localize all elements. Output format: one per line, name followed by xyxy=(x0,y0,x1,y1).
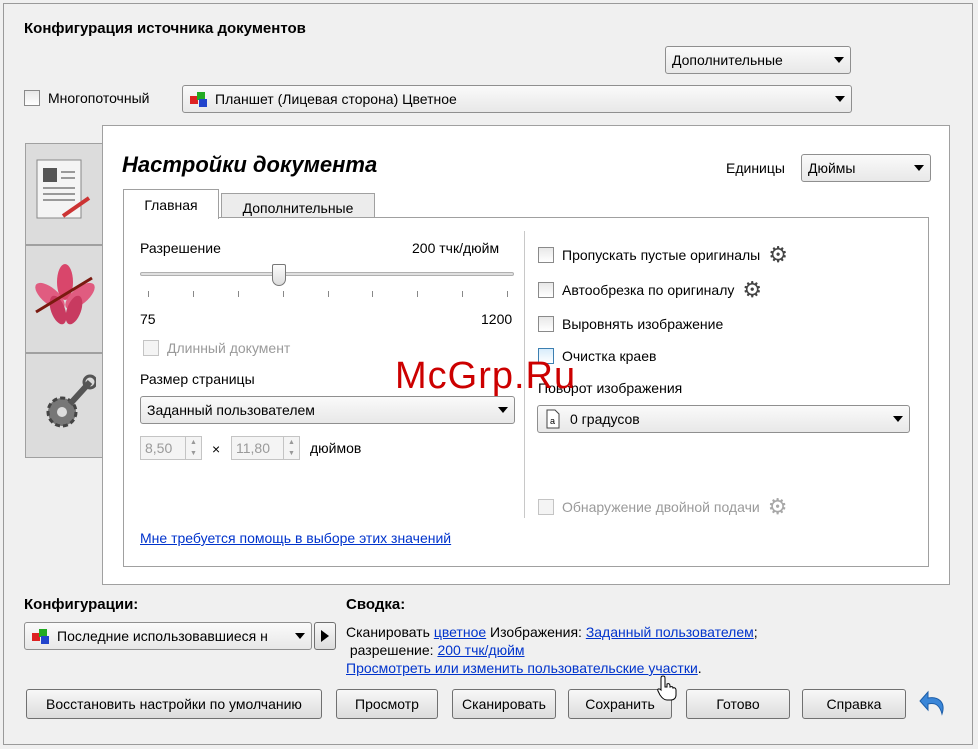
auto-crop-option[interactable]: Автообрезка по оригиналу ⚙ xyxy=(538,279,762,301)
summary-scan-text: Сканировать xyxy=(346,624,430,640)
restore-defaults-button[interactable]: Восстановить настройки по умолчанию xyxy=(26,689,322,719)
summary-dot: . xyxy=(697,660,702,676)
page-size-value: Заданный пользователем xyxy=(147,402,315,418)
page-size-dropdown[interactable]: Заданный пользователем xyxy=(140,396,515,424)
edge-cleanup-label: Очистка краев xyxy=(562,348,657,364)
chevron-down-icon xyxy=(835,96,845,102)
configurations-label: Конфигурации: xyxy=(24,596,139,613)
double-feed-label: Обнаружение двойной подачи xyxy=(562,499,760,515)
summary-resolution-text: разрешение: xyxy=(349,642,434,658)
chevron-down-icon xyxy=(914,165,924,171)
rotation-value: 0 градусов xyxy=(570,411,640,427)
panel-title: Настройки документа xyxy=(122,152,378,177)
height-value: 11,80 xyxy=(236,440,270,456)
multistream-checkbox[interactable] xyxy=(24,90,40,106)
undo-arrow-icon[interactable] xyxy=(918,688,950,718)
auto-crop-checkbox[interactable] xyxy=(538,282,554,298)
stepper-arrows-icon[interactable]: ▲ ▼ xyxy=(283,437,299,459)
help-values-link[interactable]: Мне требуется помощь в выборе этих значе… xyxy=(140,530,451,546)
units-dropdown[interactable]: Дюймы xyxy=(801,154,931,182)
straighten-checkbox[interactable] xyxy=(538,316,554,332)
chevron-down-icon xyxy=(834,57,844,63)
long-document-checkbox[interactable] xyxy=(143,340,159,356)
slider-min-label: 75 xyxy=(140,311,156,327)
chevron-down-icon xyxy=(295,633,305,639)
document-settings-icon xyxy=(36,159,91,219)
long-document-option[interactable]: Длинный документ xyxy=(143,340,290,356)
preview-button[interactable]: Просмотр xyxy=(336,689,438,719)
times-sign: × xyxy=(212,441,221,457)
done-button[interactable]: Готово xyxy=(686,689,790,719)
size-units-text: дюймов xyxy=(310,440,362,456)
play-icon xyxy=(321,630,329,642)
dialog-title: Конфигурация источника документов xyxy=(24,20,306,37)
resolution-slider-thumb[interactable] xyxy=(271,264,286,286)
source-dropdown[interactable]: Планшет (Лицевая сторона) Цветное xyxy=(182,85,852,113)
stepper-arrows-icon[interactable]: ▲ ▼ xyxy=(185,437,201,459)
height-stepper[interactable]: 11,80 ▲ ▼ xyxy=(231,436,300,460)
page-size-label: Размер страницы xyxy=(140,371,255,387)
resolution-slider-track[interactable] xyxy=(140,272,514,276)
help-button[interactable]: Справка xyxy=(802,689,906,719)
source-dropdown-value: Планшет (Лицевая сторона) Цветное xyxy=(215,91,457,107)
double-feed-option[interactable]: Обнаружение двойной подачи ⚙ xyxy=(538,496,787,518)
summary-text: Сканировать цветное Изображения: Заданны… xyxy=(346,623,826,677)
gear-icon[interactable]: ⚙ xyxy=(768,496,788,518)
watermark: McGrp.Ru xyxy=(395,355,577,397)
advanced-dropdown[interactable]: Дополнительные xyxy=(665,46,851,74)
resolution-label: Разрешение xyxy=(140,240,221,256)
slider-ticks xyxy=(148,291,508,297)
units-label: Единицы xyxy=(726,160,785,176)
configurations-dropdown[interactable]: Последние использовавшиеся н xyxy=(24,622,312,650)
summary-resolution-link[interactable]: 200 тчк/дюйм xyxy=(437,642,524,658)
summary-size-link[interactable]: Заданный пользователем xyxy=(586,624,754,640)
width-stepper[interactable]: 8,50 ▲ ▼ xyxy=(140,436,202,460)
auto-crop-label: Автообрезка по оригиналу xyxy=(562,282,735,298)
advanced-dropdown-value: Дополнительные xyxy=(672,52,783,68)
summary-color-link[interactable]: цветное xyxy=(434,624,486,640)
svg-text:a: a xyxy=(550,416,555,426)
skip-blank-label: Пропускать пустые оригиналы xyxy=(562,247,761,263)
scanner-color-icon xyxy=(32,629,49,644)
gear-icon[interactable]: ⚙ xyxy=(742,279,762,301)
gear-icon[interactable]: ⚙ xyxy=(768,244,788,266)
chevron-down-icon xyxy=(498,407,508,413)
summary-semicolon: ; xyxy=(753,624,758,640)
page-rotation-icon: a xyxy=(546,409,560,429)
configurations-value: Последние использовавшиеся н xyxy=(57,628,268,644)
chevron-down-icon xyxy=(893,416,903,422)
scan-button[interactable]: Сканировать xyxy=(452,689,556,719)
multistream-label: Многопоточный xyxy=(48,90,150,106)
wrench-gear-icon xyxy=(46,374,96,428)
multistream-option[interactable]: Многопоточный xyxy=(24,90,149,106)
width-value: 8,50 xyxy=(145,440,173,456)
summary-view-link[interactable]: Просмотреть или изменить пользовательски… xyxy=(346,660,698,676)
resolution-value: 200 тчк/дюйм xyxy=(412,240,500,256)
slider-max-label: 1200 xyxy=(481,311,513,327)
skip-blank-checkbox[interactable] xyxy=(538,247,554,263)
play-arrow-button[interactable] xyxy=(314,622,336,650)
tab-main[interactable]: Главная xyxy=(123,189,219,219)
double-feed-checkbox[interactable] xyxy=(538,499,554,515)
straighten-label: Выровнять изображение xyxy=(562,316,724,332)
straighten-option[interactable]: Выровнять изображение xyxy=(538,316,723,332)
summary-label: Сводка: xyxy=(346,596,406,613)
hand-cursor-icon xyxy=(657,675,677,701)
units-dropdown-value: Дюймы xyxy=(808,160,856,176)
rotation-dropdown[interactable]: a 0 градусов xyxy=(537,405,910,433)
summary-images-text: Изображения: xyxy=(490,624,582,640)
long-document-label: Длинный документ xyxy=(167,340,291,356)
flower-image-icon xyxy=(35,264,95,325)
scanner-color-icon xyxy=(190,92,207,107)
skip-blank-option[interactable]: Пропускать пустые оригиналы ⚙ xyxy=(538,244,788,266)
